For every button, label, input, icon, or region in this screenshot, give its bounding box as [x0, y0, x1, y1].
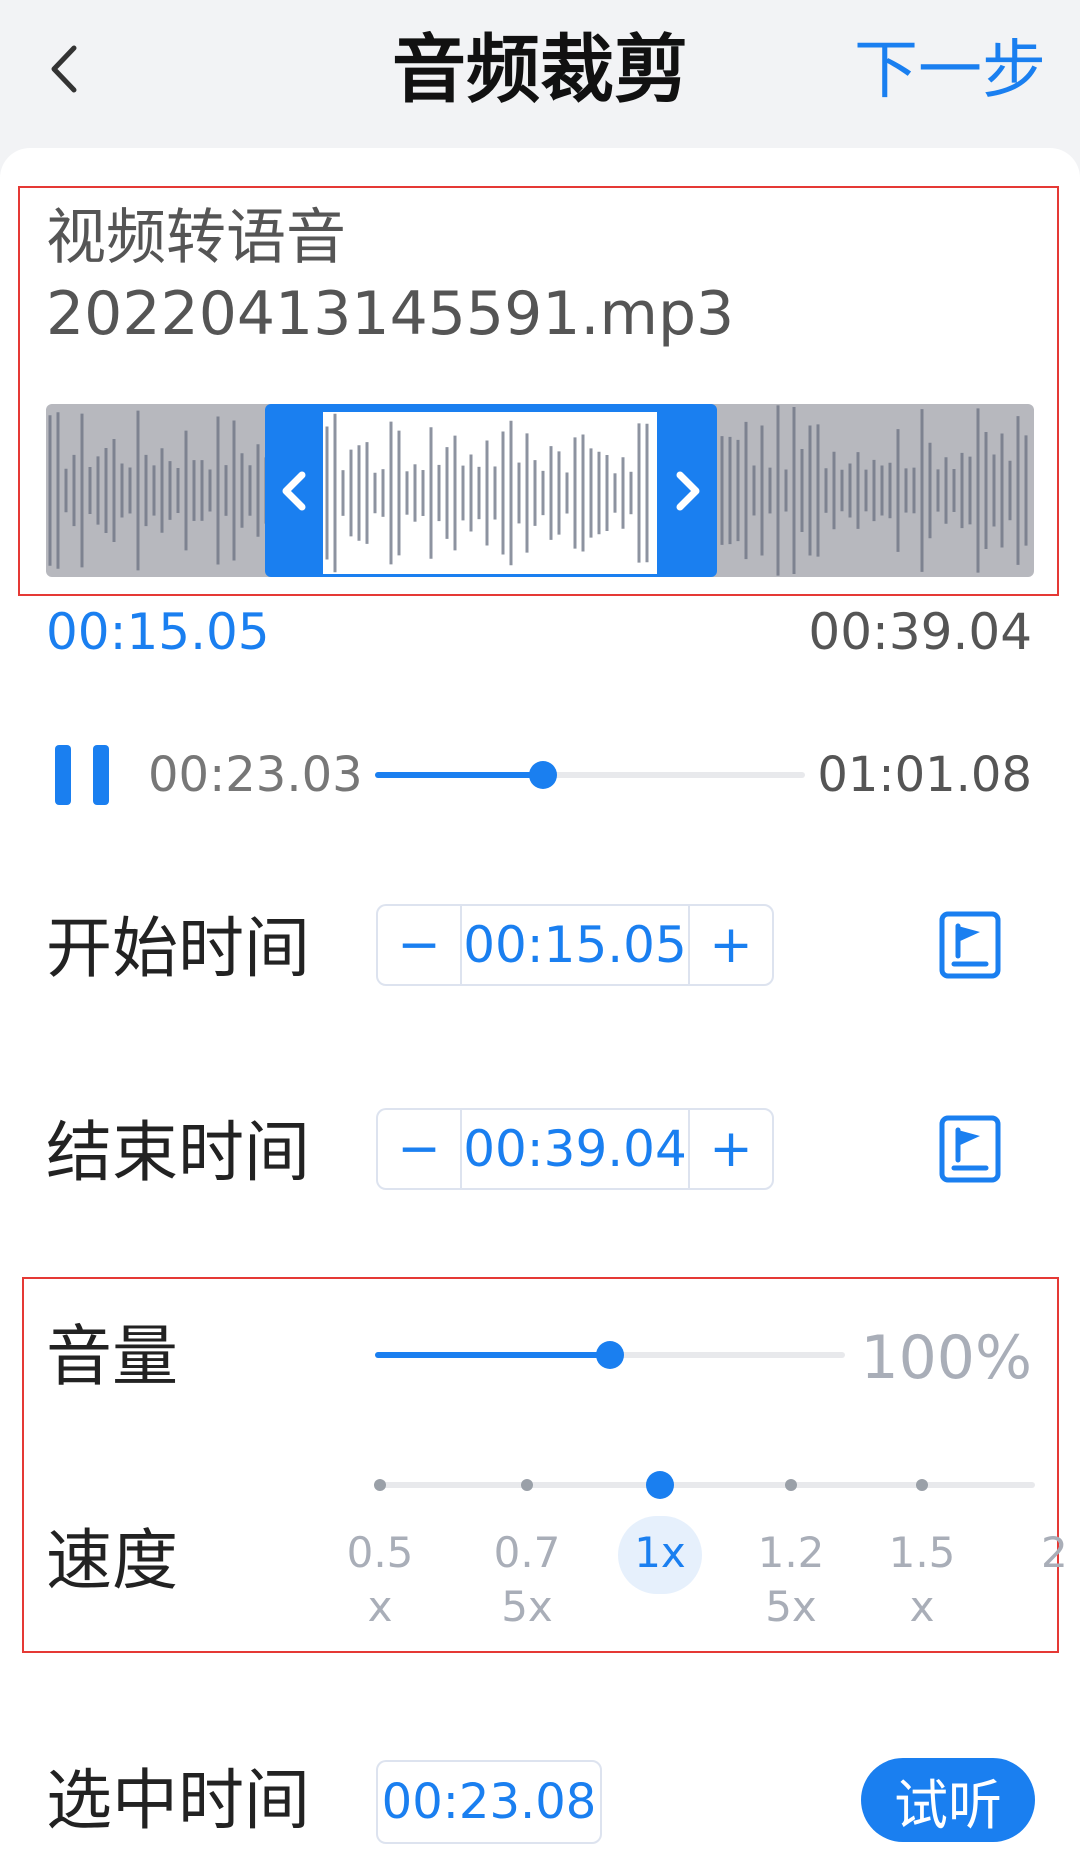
current-time: 00:23.03 — [148, 747, 363, 803]
end-time-stepper: − 00:39.04 + — [376, 1108, 774, 1190]
next-step-button[interactable]: 下一步 — [854, 26, 1046, 116]
speed-label: 速度 — [46, 1522, 178, 1599]
speed-option-label: 0.5 — [346, 1528, 414, 1577]
file-name-line2: 20220413145591.mp3 — [46, 279, 735, 349]
start-time-plus-button[interactable]: + — [690, 906, 772, 984]
file-name: 视频转语音 20220413145591.mp3 — [46, 200, 1006, 352]
flag-marker-icon — [939, 911, 1001, 979]
start-time-label: 开始时间 — [46, 910, 310, 987]
end-time-label: 结束时间 — [46, 1114, 310, 1191]
volume-level — [375, 1352, 610, 1358]
selected-time-value: 00:23.08 — [376, 1760, 602, 1844]
speed-option-label: 1.5 — [888, 1528, 956, 1577]
start-time-minus-button[interactable]: − — [378, 906, 460, 984]
speed-option-dot[interactable] — [646, 1471, 674, 1499]
chevron-right-icon — [676, 471, 700, 510]
playback-knob[interactable] — [528, 761, 557, 789]
playback-slider[interactable] — [375, 761, 805, 789]
player-row: 00:23.03 01:01.08 — [0, 735, 1080, 815]
end-time-value[interactable]: 00:39.04 — [460, 1110, 690, 1188]
speed-option-dot[interactable] — [521, 1479, 533, 1491]
set-start-marker-button[interactable] — [938, 910, 1002, 980]
speed-option-dot[interactable] — [916, 1479, 928, 1491]
speed-option[interactable]: 0.5 x — [330, 1526, 430, 1634]
speed-option-label: 0.7 — [493, 1528, 561, 1577]
speed-option[interactable]: 1.2 5x — [741, 1526, 841, 1634]
speed-option-label: 1.2 — [757, 1528, 825, 1577]
top-bar: 音频裁剪 下一步 — [0, 0, 1080, 146]
volume-slider[interactable] — [375, 1341, 845, 1369]
volume-knob[interactable] — [596, 1341, 624, 1369]
speed-option-dot[interactable] — [374, 1479, 386, 1491]
speed-option-label-cont: x — [909, 1582, 935, 1631]
speed-option[interactable]: 2 — [1041, 1526, 1071, 1580]
speed-option-label-cont: 5x — [765, 1582, 817, 1631]
start-time-value[interactable]: 00:15.05 — [460, 906, 690, 984]
set-end-marker-button[interactable] — [938, 1114, 1002, 1184]
selected-time-label: 选中时间 — [46, 1762, 310, 1839]
speed-option[interactable]: 1x — [610, 1526, 710, 1580]
speed-option[interactable]: 1.5 x — [872, 1526, 972, 1634]
speed-option-dot[interactable] — [785, 1479, 797, 1491]
playback-progress — [375, 772, 543, 778]
speed-option-label-cont: 5x — [501, 1582, 553, 1631]
preview-listen-button[interactable]: 试听 — [861, 1758, 1035, 1842]
selection-range[interactable] — [265, 404, 717, 577]
total-time: 01:01.08 — [817, 747, 1032, 803]
file-name-line1: 视频转语音 — [46, 203, 346, 273]
speed-slider[interactable] — [374, 1471, 1035, 1499]
waveform-graphic-selected — [325, 413, 649, 573]
end-time-plus-button[interactable]: + — [690, 1110, 772, 1188]
speed-option-label-cont: x — [367, 1582, 393, 1631]
volume-label: 音量 — [46, 1318, 178, 1395]
chevron-left-icon — [282, 471, 306, 510]
selection-start-time: 00:15.05 — [46, 603, 270, 661]
end-time-minus-button[interactable]: − — [378, 1110, 460, 1188]
volume-value: 100% — [860, 1323, 1032, 1393]
selected-waveform — [323, 412, 657, 574]
speed-option-label: 1x — [634, 1528, 686, 1577]
selection-end-time: 00:39.04 — [808, 603, 1032, 661]
right-trim-handle[interactable] — [659, 404, 717, 577]
speed-option[interactable]: 0.7 5x — [477, 1526, 577, 1634]
start-time-stepper: − 00:15.05 + — [376, 904, 774, 986]
flag-marker-icon — [939, 1115, 1001, 1183]
pause-button[interactable] — [55, 745, 111, 805]
left-trim-handle[interactable] — [265, 404, 323, 577]
speed-option-label: 2 — [1041, 1528, 1068, 1577]
